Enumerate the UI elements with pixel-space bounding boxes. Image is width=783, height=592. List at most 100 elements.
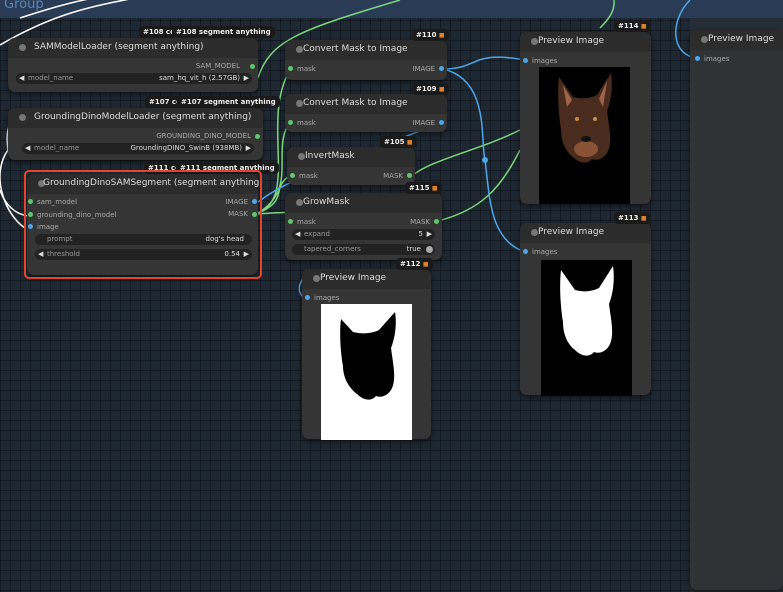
collapse-dot[interactable] (296, 100, 303, 107)
input-label: mask (297, 119, 316, 127)
input-label: mask (297, 218, 316, 226)
node-title-bar[interactable]: Convert Mask to Image (285, 40, 447, 60)
node-title: Preview Image (708, 34, 775, 44)
preview-image-node-112[interactable]: Preview Image images (302, 269, 431, 440)
widget-value: sam_hq_vit_h (2.57GB) (159, 74, 240, 82)
node-id-badge: #105 ■ (380, 136, 417, 148)
fox-icon: ■ (438, 86, 445, 93)
input-label: images (314, 294, 340, 302)
node-id-badge: #115 ■ (405, 182, 442, 194)
collapse-dot[interactable] (531, 38, 538, 45)
model-name-combo[interactable]: ◀ model_name sam_hq_vit_h (2.57GB) ▶ (16, 73, 252, 84)
collapse-dot[interactable] (701, 36, 708, 43)
fox-icon: ■ (422, 261, 429, 268)
fox-icon: ■ (640, 215, 647, 222)
node-title: Preview Image (538, 227, 605, 237)
node-title-bar[interactable]: InvertMask (287, 147, 415, 167)
convert-mask-node-109[interactable]: Convert Mask to Image mask IMAGE (285, 94, 447, 132)
collapse-dot[interactable] (296, 199, 303, 206)
invert-mask-node-105[interactable]: InvertMask mask MASK (287, 147, 415, 185)
output-label: MASK (383, 172, 403, 180)
widget-value: 5 (418, 230, 423, 238)
input-label: mask (297, 65, 316, 73)
left-arrow-icon[interactable]: ◀ (25, 144, 30, 152)
widget-value: GroundingDINO_SwinB (938MB) (130, 144, 242, 152)
output-port[interactable] (255, 134, 260, 139)
input-label: images (532, 248, 558, 256)
input-label: images (532, 57, 558, 65)
node-id-badge: #112 ■ (396, 258, 433, 270)
grow-mask-node-115[interactable]: GrowMask mask MASK ◀ expand 5 ▶ tapered_… (285, 193, 442, 260)
widget-label: model_name (34, 144, 80, 152)
right-arrow-icon[interactable]: ▶ (246, 144, 251, 152)
node-title: Preview Image (320, 273, 387, 283)
preview-image-node-114[interactable]: Preview Image images (520, 32, 651, 204)
node-title: Preview Image (538, 36, 605, 46)
output-port-image[interactable] (439, 66, 444, 71)
output-label: IMAGE (412, 65, 435, 73)
output-port-mask[interactable] (434, 219, 439, 224)
node-title-bar[interactable]: GroundingDinoModelLoader (segment anythi… (8, 108, 263, 128)
node-title-bar[interactable]: Preview Image (520, 32, 651, 52)
input-port-mask[interactable] (288, 66, 293, 71)
model-name-combo[interactable]: ◀ model_name GroundingDINO_SwinB (938MB)… (22, 143, 254, 154)
node-id-badge: #114 ■ (614, 20, 651, 32)
right-arrow-icon[interactable]: ▶ (427, 230, 432, 238)
input-port-images[interactable] (523, 249, 528, 254)
node-title: Convert Mask to Image (303, 98, 408, 108)
convert-mask-node-110[interactable]: Convert Mask to Image mask IMAGE (285, 40, 447, 80)
preview-image-dog-head (539, 67, 630, 204)
preview-image-node-right[interactable]: Preview Image images (690, 30, 783, 590)
right-arrow-icon[interactable]: ▶ (244, 74, 249, 82)
collapse-dot[interactable] (19, 114, 26, 121)
node-title-bar[interactable]: Preview Image (520, 223, 651, 243)
node-title-bar[interactable]: SAMModelLoader (segment anything) (8, 38, 258, 58)
left-arrow-icon[interactable]: ◀ (19, 74, 24, 82)
left-arrow-icon[interactable]: ◀ (295, 230, 300, 238)
badge-text: #109 (416, 85, 437, 93)
collapse-dot[interactable] (298, 153, 305, 160)
node-title: Convert Mask to Image (303, 44, 408, 54)
output-port-image[interactable] (439, 120, 444, 125)
fox-icon: ■ (431, 185, 438, 192)
input-port-images[interactable] (695, 56, 700, 61)
dog-head-mask (560, 266, 614, 356)
sam-model-loader-node[interactable]: SAMModelLoader (segment anything) SAM_MO… (8, 38, 258, 92)
badge-text: #113 (618, 214, 639, 222)
expand-stepper[interactable]: ◀ expand 5 ▶ (292, 229, 435, 240)
widget-value: true (406, 245, 421, 253)
collapse-dot[interactable] (296, 46, 303, 53)
input-label: mask (299, 172, 318, 180)
output-label: MASK (410, 218, 430, 226)
node-id-badge: #110 ■ (412, 29, 449, 41)
collapse-dot[interactable] (19, 44, 26, 51)
node-title-bar[interactable]: Preview Image (690, 30, 783, 50)
badge-text: #112 (400, 260, 421, 268)
node-title-bar[interactable]: Preview Image (302, 269, 431, 289)
preview-image-inverted-mask (321, 304, 412, 440)
grounding-dino-loader-node[interactable]: GroundingDinoModelLoader (segment anythi… (8, 108, 263, 160)
toggle-knob[interactable] (426, 246, 433, 253)
graph-canvas[interactable]: Group SAMModelLoader (segment anything) (0, 0, 783, 592)
input-port-mask[interactable] (290, 173, 295, 178)
tapered-corners-toggle[interactable]: tapered_corners true (292, 244, 435, 255)
node-title: GroundingDinoModelLoader (segment anythi… (34, 112, 252, 122)
preview-image-node-113[interactable]: Preview Image images (520, 223, 651, 396)
output-port-mask[interactable] (407, 173, 412, 178)
node-source-badge: #107 segment anything (177, 96, 280, 108)
input-port-images[interactable] (523, 58, 528, 63)
node-source-badge: #108 segment anything (172, 26, 275, 38)
input-port-images[interactable] (305, 295, 310, 300)
node-title-bar[interactable]: Convert Mask to Image (285, 94, 447, 114)
input-port-mask[interactable] (288, 120, 293, 125)
node-id-badge: #109 ■ (412, 83, 449, 95)
node-title-bar[interactable]: GrowMask (285, 193, 442, 213)
fox-icon: ■ (640, 23, 647, 30)
collapse-dot[interactable] (531, 229, 538, 236)
dog-head-silhouette (340, 312, 396, 400)
node-title: SAMModelLoader (segment anything) (34, 42, 204, 52)
node-title: InvertMask (305, 151, 355, 161)
input-port-mask[interactable] (288, 219, 293, 224)
collapse-dot[interactable] (313, 275, 320, 282)
output-port[interactable] (250, 64, 255, 69)
